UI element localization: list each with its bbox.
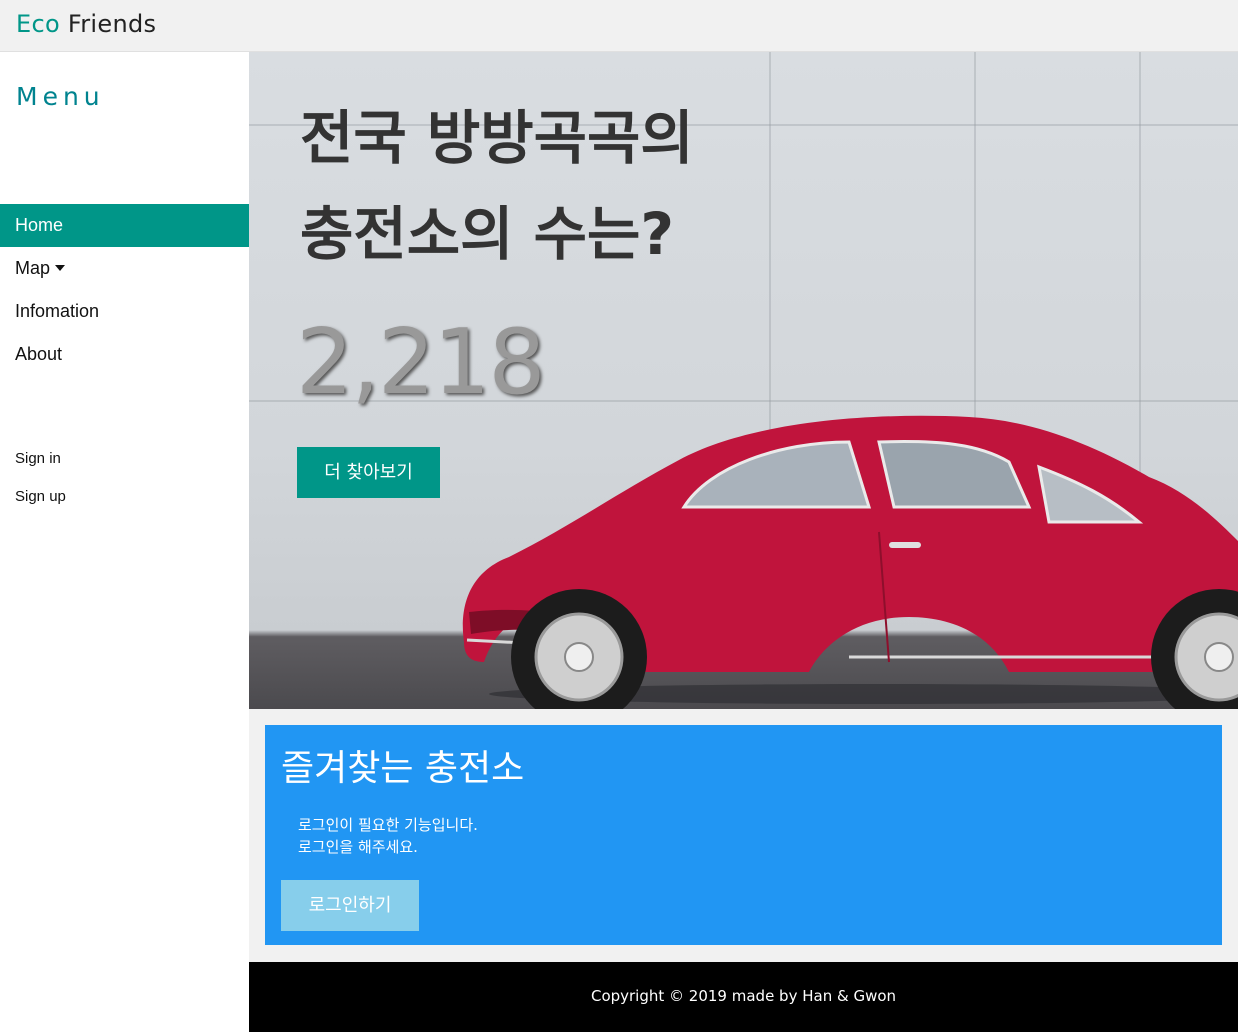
- charger-count: 2,218: [296, 310, 546, 415]
- footer: Copyright © 2019 made by Han & Gwon: [249, 962, 1238, 1032]
- top-bar: Eco Friends: [0, 0, 1238, 52]
- hero-title: 전국 방방곡곡의 충전소의 수는?: [300, 104, 694, 268]
- sidebar-item-map[interactable]: Map: [0, 247, 249, 290]
- sidebar-item-label: Infomation: [15, 301, 100, 321]
- hero-banner: 전국 방방곡곡의 충전소의 수는? 2,218 더 찾아보기: [249, 52, 1238, 709]
- sidebar-item-home[interactable]: Home: [0, 204, 249, 247]
- sidebar-item-label: Map: [15, 258, 51, 278]
- favorites-title: 즐겨찾는 충전소: [281, 748, 525, 789]
- sidebar-item-about[interactable]: About: [0, 333, 249, 376]
- brand-friends: Friends: [59, 10, 157, 38]
- login-button[interactable]: 로그인하기: [281, 880, 419, 931]
- login-prompt-message: 로그인을 해주세요.: [298, 838, 418, 856]
- sidebar-title: Menu: [16, 82, 105, 111]
- sidebar-item-infomation[interactable]: Infomation: [0, 290, 249, 333]
- sign-in-link[interactable]: Sign in: [15, 450, 61, 467]
- find-more-button[interactable]: 더 찾아보기: [297, 447, 440, 498]
- caret-down-icon: [55, 264, 66, 271]
- red-car-image: [462, 415, 1238, 709]
- sidebar-item-label: About: [15, 344, 63, 364]
- sidebar: Menu Home Map Infomation About Sign in S…: [0, 52, 249, 1032]
- copyright-text: Copyright © 2019 made by Han & Gwon: [590, 987, 897, 1005]
- brand-logo[interactable]: Eco Friends: [16, 10, 156, 38]
- login-required-message: 로그인이 필요한 기능입니다.: [298, 816, 478, 834]
- brand-eco: Eco: [16, 10, 60, 38]
- sign-up-link[interactable]: Sign up: [15, 488, 66, 505]
- favorites-card: 즐겨찾는 충전소 로그인이 필요한 기능입니다. 로그인을 해주세요. 로그인하…: [265, 725, 1222, 945]
- sidebar-item-label: Home: [15, 215, 64, 235]
